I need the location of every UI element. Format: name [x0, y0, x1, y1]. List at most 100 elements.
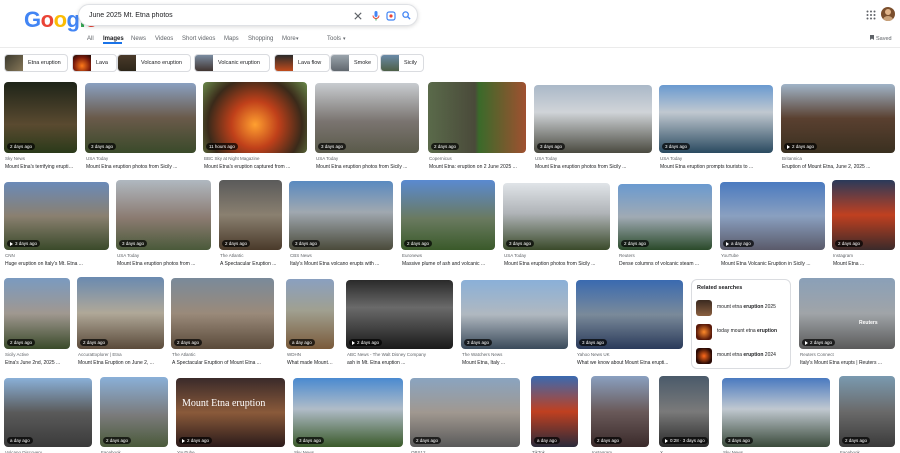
image-result[interactable]: 3 days ago Sky News: [722, 378, 830, 453]
result-thumbnail[interactable]: 2 days ago Mount Etna eruption: [176, 378, 285, 447]
result-title[interactable]: Mount Etna ...: [833, 261, 894, 267]
chip-etna-eruption[interactable]: Etna eruption: [4, 54, 68, 72]
result-thumbnail[interactable]: 3 days ago: [503, 183, 610, 250]
result-thumbnail[interactable]: 2 days ago: [839, 376, 895, 447]
image-result[interactable]: 2 days ago Mount Etna eruption YouTube: [176, 378, 285, 453]
chip-volcanic-eruption[interactable]: Volcanic eruption: [194, 54, 270, 72]
search-input[interactable]: [89, 8, 339, 23]
image-result[interactable]: 3 days ago USA Today Mount Etna eruption p…: [659, 85, 773, 177]
image-result[interactable]: 2 days ago Euronews Massive plume of ash a…: [401, 180, 495, 274]
result-thumbnail[interactable]: a day ago: [720, 182, 825, 250]
image-result[interactable]: 2 days ago Copernicus Mount Etna: eruption…: [428, 82, 526, 177]
image-result[interactable]: 2 days ago The Atlantic A Spectacular Erup…: [171, 278, 274, 373]
related-search-item[interactable]: today mount etna eruption: [696, 322, 788, 342]
tools-button[interactable]: Tools: [327, 36, 341, 42]
result-title[interactable]: Italy's Mount Etna erupts | Reuters ...: [800, 360, 894, 366]
image-result[interactable]: 0:28 · 3 days ago X: [659, 376, 709, 453]
result-title[interactable]: Italy's Mount Etna volcano erupts with .…: [290, 261, 392, 267]
result-thumbnail[interactable]: 3 days ago: [85, 83, 196, 153]
chip-volcano-eruption[interactable]: Volcano eruption: [117, 54, 191, 72]
result-title[interactable]: A Spectacular Eruption of Mount Etna ...: [172, 360, 273, 366]
result-thumbnail[interactable]: 2 days ago: [618, 184, 712, 250]
image-result[interactable]: 3 days ago USA Today Mount Etna eruption p…: [503, 183, 610, 274]
image-result[interactable]: 2 days ago Reuters Reuters Connect Italy's …: [799, 278, 895, 373]
result-title[interactable]: ash in Mt. Etna eruption ...: [347, 360, 452, 366]
chip-lava[interactable]: Lava: [72, 54, 117, 72]
image-result[interactable]: 2 days ago Instagram Mount Etna ...: [832, 180, 895, 274]
result-thumbnail[interactable]: 2 days ago Reuters: [799, 278, 895, 349]
microphone-icon[interactable]: [369, 9, 382, 22]
result-thumbnail[interactable]: 2 days ago: [781, 84, 895, 153]
search-box[interactable]: [78, 4, 418, 26]
result-title[interactable]: What we know about Mount Etna erupti...: [577, 360, 682, 366]
tab-maps[interactable]: Maps: [224, 36, 239, 42]
result-thumbnail[interactable]: 3 days ago: [576, 280, 683, 349]
result-title[interactable]: Mount Etna eruption photos from Sicily .…: [86, 164, 195, 170]
result-thumbnail[interactable]: a day ago: [531, 376, 578, 447]
result-thumbnail[interactable]: 2 days ago: [410, 378, 520, 447]
image-result[interactable]: 3 days ago CBS News Italy's Mount Etna vol…: [289, 181, 393, 274]
result-thumbnail[interactable]: 2 days ago: [219, 180, 282, 250]
avatar[interactable]: [881, 7, 895, 21]
result-thumbnail[interactable]: 2 days ago: [4, 278, 70, 349]
result-thumbnail[interactable]: 2 days ago: [346, 280, 453, 349]
result-thumbnail[interactable]: a day ago: [4, 378, 92, 447]
result-title[interactable]: Massive plume of ash and volcanic ...: [402, 261, 494, 267]
result-title[interactable]: Eruption of Mount Etna, June 2, 2025 ...: [782, 164, 894, 170]
result-title[interactable]: Dense columns of volcanic steam ...: [619, 261, 711, 267]
image-result[interactable]: 2 days ago ABC News - The Walt Disney Com…: [346, 280, 453, 373]
related-search-item[interactable]: mount etna eruption 2025: [696, 298, 788, 318]
result-thumbnail[interactable]: 3 days ago: [315, 83, 419, 153]
image-result[interactable]: 11 hours ago BBC Sky at Night Magazine Mou…: [203, 82, 307, 177]
clear-icon[interactable]: [351, 9, 364, 22]
result-thumbnail[interactable]: 3 days ago: [461, 280, 568, 349]
image-result[interactable]: a day ago TikTok: [531, 376, 578, 453]
image-result[interactable]: a day ago WDHN What made Mount ...: [286, 279, 334, 373]
result-thumbnail[interactable]: 2 days ago: [401, 180, 495, 250]
result-title[interactable]: Mount Etna eruption photos from Sicily .…: [316, 164, 418, 170]
result-thumbnail[interactable]: 2 days ago: [832, 180, 895, 250]
tab-videos[interactable]: Videos: [155, 36, 173, 42]
image-result[interactable]: 2 days ago The Atlantic A Spectacular Erup…: [219, 180, 282, 274]
lens-icon[interactable]: [384, 9, 397, 22]
result-thumbnail[interactable]: 0:28 · 3 days ago: [659, 376, 709, 447]
image-result[interactable]: 2 days ago OBS12: [410, 378, 520, 453]
result-title[interactable]: Mount Etna: eruption on 2 June 2025 ...: [429, 164, 525, 170]
result-title[interactable]: Mount Etna's eruption captured from ...: [204, 164, 306, 170]
result-thumbnail[interactable]: 3 days ago: [722, 378, 830, 447]
result-thumbnail[interactable]: 3 days ago: [289, 181, 393, 250]
result-title[interactable]: Mount Etna's terrifying eruption...: [5, 164, 76, 170]
apps-grid-icon[interactable]: [866, 10, 876, 20]
result-title[interactable]: Mount Etna Eruption on June 2, ...: [78, 360, 163, 366]
result-title[interactable]: Huge eruption on Italy's Mt. Etna ...: [5, 261, 108, 267]
result-thumbnail[interactable]: 2 days ago: [591, 376, 649, 447]
result-title[interactable]: Mount Etna eruption photos from Sicily .…: [535, 164, 651, 170]
chip-sicily[interactable]: Sicily: [380, 54, 424, 72]
search-icon[interactable]: [400, 9, 413, 22]
image-result[interactable]: 3 days ago CNN Huge eruption on Italy's Mt…: [4, 182, 109, 274]
image-result[interactable]: 2 days ago Britannica Eruption of Mount Et…: [781, 84, 895, 177]
image-result[interactable]: 2 days ago Sky News Mount Etna's terrifyin…: [4, 82, 77, 177]
result-thumbnail[interactable]: 3 days ago: [116, 180, 211, 250]
image-result[interactable]: 2 days ago Reuters Dense columns of volcan…: [618, 184, 712, 274]
result-thumbnail[interactable]: a day ago: [286, 279, 334, 349]
result-title[interactable]: Mount Etna Volcanic Eruption in Sicily .…: [721, 261, 824, 267]
result-thumbnail[interactable]: 2 days ago: [4, 82, 77, 153]
result-thumbnail[interactable]: 3 days ago: [293, 378, 403, 447]
image-result[interactable]: 3 days ago Sky News: [293, 378, 403, 453]
result-title[interactable]: Etna's June 2nd, 2025 ...: [5, 360, 69, 366]
image-result[interactable]: 3 days ago The Watchers News Mount Etna, I…: [461, 280, 568, 373]
result-thumbnail[interactable]: 3 days ago: [659, 85, 773, 153]
image-result[interactable]: 2 days ago Facebook: [839, 376, 895, 453]
image-result[interactable]: 2 days ago AccuraExplorer | Etna Mount Etn…: [77, 277, 164, 373]
image-result[interactable]: 2 days ago Facebook: [100, 377, 168, 453]
result-thumbnail[interactable]: 2 days ago: [77, 277, 164, 349]
image-result[interactable]: 3 days ago Yahoo News UK What we know abou…: [576, 280, 683, 373]
image-result[interactable]: 2 days ago Sicily Active Etna's June 2nd, …: [4, 278, 70, 373]
result-thumbnail[interactable]: 3 days ago: [4, 182, 109, 250]
image-result[interactable]: 3 days ago USA Today Mount Etna eruption p…: [315, 83, 419, 177]
result-title[interactable]: Mount Etna, Italy ...: [462, 360, 567, 366]
image-result[interactable]: 3 days ago USA Today Mount Etna eruption p…: [534, 85, 652, 177]
chip-smoke[interactable]: Smoke: [330, 54, 378, 72]
related-search-item[interactable]: mount etna eruption 2024: [696, 346, 788, 366]
